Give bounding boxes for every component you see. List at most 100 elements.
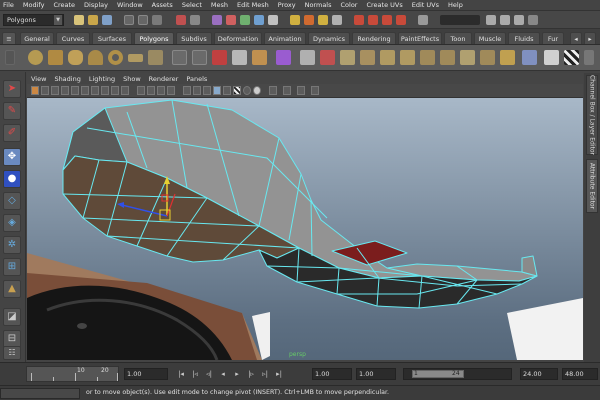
bevel-icon[interactable] xyxy=(480,50,495,65)
poly-cylinder-icon[interactable] xyxy=(68,50,83,65)
pick-mask-icon[interactable] xyxy=(268,15,278,25)
boolean-union-icon[interactable] xyxy=(252,50,267,65)
film-gate-icon[interactable] xyxy=(71,86,79,95)
merge-vertices-icon[interactable] xyxy=(460,50,475,65)
select-object-icon[interactable] xyxy=(138,15,148,25)
tab-fur[interactable]: Fur xyxy=(542,32,564,44)
tab-toon[interactable]: Toon xyxy=(444,32,472,44)
move-tool-icon[interactable]: ✥ xyxy=(3,148,21,166)
bookmark-icon[interactable] xyxy=(41,86,49,95)
panel-layout-icon[interactable] xyxy=(311,86,319,95)
tab-muscle[interactable]: Muscle xyxy=(474,32,506,44)
select-component-icon[interactable] xyxy=(152,15,162,25)
smooth-proxy-icon[interactable] xyxy=(276,50,291,65)
tab-scroll-right-icon[interactable]: ▸ xyxy=(584,32,596,44)
tab-surfaces[interactable]: Surfaces xyxy=(92,32,132,44)
isolate-select-icon[interactable] xyxy=(183,86,191,95)
input-field-icon[interactable] xyxy=(418,15,428,25)
range-slider[interactable]: 1 24 xyxy=(403,368,512,380)
shelf-menu-icon[interactable]: ≡ xyxy=(2,32,16,44)
tab-painteffects[interactable]: PaintEffects xyxy=(398,32,442,44)
play-forwards-icon[interactable]: ▸ xyxy=(232,369,242,379)
grid-toggle-icon[interactable] xyxy=(61,86,69,95)
tab-polygons[interactable]: Polygons xyxy=(134,32,174,44)
go-to-start-icon[interactable]: |◂ xyxy=(176,369,186,379)
tab-channel-box-layer-editor[interactable]: Channel Box / Layer Editor xyxy=(586,75,598,155)
menu-display[interactable]: Display xyxy=(84,1,108,9)
pick-mask-icon[interactable] xyxy=(226,15,236,25)
tab-rendering[interactable]: Rendering xyxy=(352,32,396,44)
menu-mesh[interactable]: Mesh xyxy=(211,1,228,9)
show-layer-editor-icon[interactable] xyxy=(528,15,538,25)
universal-manipulator-icon[interactable]: ◈ xyxy=(3,214,21,232)
save-scene-icon[interactable] xyxy=(102,15,112,25)
perspective-viewport[interactable]: persp xyxy=(27,98,583,360)
open-scene-icon[interactable] xyxy=(88,15,98,25)
step-back-frame-icon[interactable]: |◃ xyxy=(190,369,200,379)
camera-attributes-icon[interactable] xyxy=(31,86,39,95)
timeline-ruler[interactable]: 10 20 xyxy=(26,366,119,382)
poly-cone-icon[interactable] xyxy=(88,50,103,65)
depth-of-field-icon[interactable] xyxy=(269,86,277,95)
pick-mask-icon[interactable] xyxy=(212,15,222,25)
panel-menu-panels[interactable]: Panels xyxy=(186,75,207,83)
panel-menu-show[interactable]: Show xyxy=(123,75,141,83)
xray-icon[interactable] xyxy=(167,86,175,95)
scale-tool-icon[interactable]: ◇ xyxy=(3,192,21,210)
menu-create[interactable]: Create xyxy=(53,1,75,9)
render-settings-icon[interactable] xyxy=(396,15,406,25)
lock-selection-icon[interactable] xyxy=(176,15,186,25)
frame-all-icon[interactable] xyxy=(193,86,201,95)
image-plane-icon[interactable] xyxy=(51,86,59,95)
isolate-view-icon[interactable] xyxy=(297,86,305,95)
tab-animation[interactable]: Animation xyxy=(264,32,306,44)
panel-menu-renderer[interactable]: Renderer xyxy=(149,75,179,83)
shadows-icon[interactable] xyxy=(243,86,251,95)
show-attribute-editor-icon[interactable] xyxy=(500,15,510,25)
select-hierarchy-icon[interactable] xyxy=(124,15,134,25)
menu-color[interactable]: Color xyxy=(341,1,358,9)
insert-edge-loop-icon[interactable] xyxy=(420,50,435,65)
ipr-render-icon[interactable] xyxy=(382,15,392,25)
tab-attribute-editor[interactable]: Attribute Editor xyxy=(586,159,598,213)
step-forward-frame-icon[interactable]: ▹| xyxy=(260,369,270,379)
extract-icon[interactable] xyxy=(212,50,227,65)
select-tool-icon[interactable]: ➤ xyxy=(3,80,21,98)
resolution-gate-icon[interactable] xyxy=(81,86,89,95)
combine-icon[interactable] xyxy=(172,50,187,65)
show-channel-box-icon[interactable] xyxy=(486,15,496,25)
panel-menu-lighting[interactable]: Lighting xyxy=(89,75,115,83)
menu-set-select[interactable]: Polygons ▼ xyxy=(3,14,64,26)
new-scene-icon[interactable] xyxy=(74,15,84,25)
safe-title-icon[interactable] xyxy=(121,86,129,95)
all-lights-icon[interactable] xyxy=(223,86,231,95)
wedge-icon[interactable] xyxy=(500,50,515,65)
menu-window[interactable]: Window xyxy=(117,1,143,9)
menu-normals[interactable]: Normals xyxy=(305,1,332,9)
append-polygon-icon[interactable] xyxy=(380,50,395,65)
step-forward-key-icon[interactable]: |▹ xyxy=(246,369,256,379)
menu-proxy[interactable]: Proxy xyxy=(278,1,296,9)
smooth-shade-icon[interactable] xyxy=(147,86,155,95)
tab-scroll-left-icon[interactable]: ◂ xyxy=(570,32,582,44)
menu-file[interactable]: File xyxy=(3,1,14,9)
frame-selection-icon[interactable] xyxy=(203,86,211,95)
polygon-mesh[interactable] xyxy=(62,99,538,309)
rotate-tool-icon[interactable]: ● xyxy=(3,170,21,188)
separate-icon[interactable] xyxy=(192,50,207,65)
step-back-key-icon[interactable]: ◃| xyxy=(204,369,214,379)
poly-platonic-icon[interactable] xyxy=(148,50,163,65)
history-icon[interactable] xyxy=(354,15,364,25)
single-perspective-layout-icon[interactable]: ◪ xyxy=(3,308,21,326)
snap-grid-icon[interactable] xyxy=(290,15,300,25)
outliner-layout-icon[interactable]: ☷ xyxy=(3,346,21,360)
sculpt-geometry-icon[interactable] xyxy=(522,50,537,65)
shelf-options-icon[interactable] xyxy=(5,50,15,65)
tab-deformation[interactable]: Deformation xyxy=(214,32,262,44)
pick-mask-icon[interactable] xyxy=(240,15,250,25)
menu-help[interactable]: Help xyxy=(448,1,463,9)
panel-menu-view[interactable]: View xyxy=(31,75,46,83)
tab-curves[interactable]: Curves xyxy=(56,32,90,44)
smooth-icon[interactable] xyxy=(300,50,315,65)
playback-start-field[interactable]: 1.00 xyxy=(356,368,396,380)
